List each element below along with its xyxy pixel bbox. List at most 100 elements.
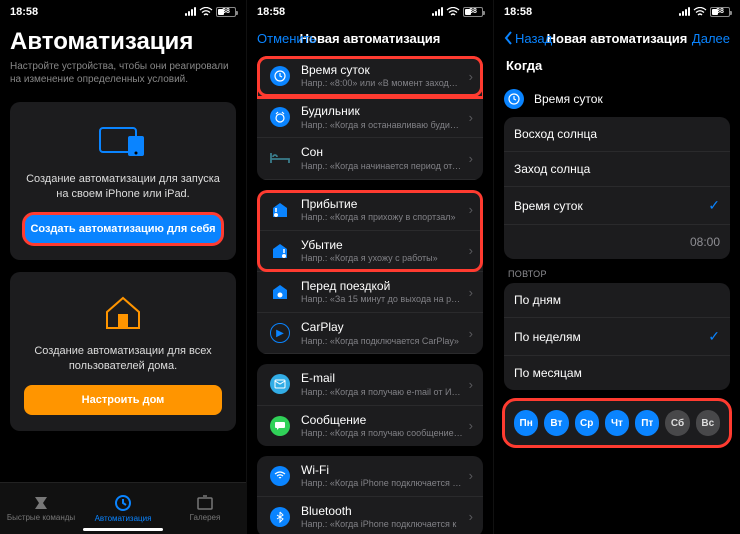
- chevron-right-icon: ›: [469, 468, 473, 483]
- trigger-subtitle: Напр.: «За 15 минут до выхода на работу»: [301, 294, 463, 305]
- trigger-subtitle: Напр.: «Когда я получаю e-mail от Инны»: [301, 387, 463, 398]
- time-options-group: Восход солнца Заход солнца Время суток✓08:…: [504, 117, 730, 259]
- time-option-row[interactable]: Заход солнца: [504, 152, 730, 187]
- arrive-icon: [267, 201, 293, 219]
- trigger-name: Время суток: [534, 92, 603, 106]
- commute-icon: [267, 283, 293, 301]
- trigger-row[interactable]: E-mail Напр.: «Когда я получаю e-mail от…: [257, 364, 483, 405]
- home-automation-card: Создание автоматизации для всех пользова…: [10, 272, 236, 432]
- trigger-row[interactable]: Bluetooth Напр.: «Когда iPhone подключае…: [257, 497, 483, 534]
- shortcuts-icon: [31, 495, 51, 511]
- wifi-icon: [267, 466, 293, 486]
- check-icon: ✓: [708, 197, 720, 214]
- chevron-right-icon: ›: [469, 151, 473, 166]
- weekday-toggle[interactable]: Пт: [635, 410, 659, 436]
- time-option-row[interactable]: Время суток✓: [504, 187, 730, 225]
- repeat-label: ПОВТОР: [508, 269, 726, 279]
- signal-icon: [432, 7, 443, 16]
- option-label: Заход солнца: [514, 162, 590, 176]
- trigger-row[interactable]: Перед поездкой Напр.: «За 15 минут до вы…: [257, 272, 483, 313]
- cancel-button[interactable]: Отменить: [257, 31, 316, 46]
- trigger-row[interactable]: ▶ CarPlay Напр.: «Когда подключается Car…: [257, 313, 483, 354]
- chevron-right-icon: ›: [469, 509, 473, 524]
- trigger-row[interactable]: Прибытие Напр.: «Когда я прихожу в спорт…: [257, 190, 483, 231]
- status-right: 38: [185, 7, 236, 17]
- nav-title: Новая автоматизация: [300, 31, 441, 46]
- wifi-icon: [199, 7, 213, 17]
- trigger-title: E-mail: [301, 371, 463, 385]
- repeat-option-row[interactable]: По неделям ✓: [504, 318, 730, 356]
- chevron-right-icon: ›: [469, 418, 473, 433]
- weekday-toggle[interactable]: Ср: [575, 410, 599, 436]
- trigger-title: Перед поездкой: [301, 279, 463, 293]
- chevron-right-icon: ›: [469, 69, 473, 84]
- status-bar: 18:58 38: [0, 0, 246, 20]
- gallery-icon: [196, 495, 214, 511]
- option-label: Восход солнца: [514, 127, 597, 141]
- back-button[interactable]: Назад: [504, 31, 552, 46]
- trigger-group: Время суток Напр.: «8:00» или «В момент …: [257, 56, 483, 180]
- weekday-selector: ПнВт СрЧтПтСб Вс: [504, 400, 730, 446]
- status-bar: 18:58 38: [494, 0, 740, 20]
- weekday-toggle[interactable]: Сб: [665, 410, 689, 436]
- trigger-subtitle: Напр.: «Когда iPhone подключается к дома…: [301, 478, 463, 489]
- check-icon: ✓: [708, 328, 720, 345]
- personal-automation-text: Создание автоматизации для запуска на св…: [24, 172, 222, 202]
- wifi-icon: [693, 7, 707, 17]
- home-automation-text: Создание автоматизации для всех пользова…: [24, 344, 222, 374]
- trigger-row[interactable]: Wi-Fi Напр.: «Когда iPhone подключается …: [257, 456, 483, 497]
- weekday-toggle[interactable]: Чт: [605, 410, 629, 436]
- trigger-row[interactable]: Будильник Напр.: «Когда я останавливаю б…: [257, 97, 483, 138]
- trigger-title: Время суток: [301, 63, 463, 77]
- tab-shortcuts[interactable]: Быстрые команды: [0, 483, 82, 534]
- trigger-group: Wi-Fi Напр.: «Когда iPhone подключается …: [257, 456, 483, 534]
- trigger-group: E-mail Напр.: «Когда я получаю e-mail от…: [257, 364, 483, 445]
- tab-automation-label: Автоматизация: [95, 514, 152, 523]
- option-label: По неделям: [514, 330, 581, 344]
- when-label: Когда: [506, 58, 728, 73]
- personal-automation-card: Создание автоматизации для запуска на св…: [10, 102, 236, 260]
- trigger-subtitle: Напр.: «Когда подключается CarPlay»: [301, 336, 463, 347]
- battery-icon: 38: [710, 7, 730, 17]
- trigger-title: Убытие: [301, 238, 463, 252]
- create-personal-automation-button[interactable]: Создать автоматизацию для себя: [24, 214, 222, 244]
- weekday-toggle[interactable]: Вс: [696, 410, 720, 436]
- tab-bar: Быстрые команды Автоматизация Галерея: [0, 482, 246, 534]
- mail-icon: [267, 374, 293, 394]
- chevron-right-icon: ›: [469, 285, 473, 300]
- option-label: По дням: [514, 293, 561, 307]
- weekday-toggle[interactable]: Вт: [544, 410, 568, 436]
- repeat-option-row[interactable]: По месяцам: [504, 356, 730, 390]
- option-label: По месяцам: [514, 366, 582, 380]
- trigger-row[interactable]: Время суток Напр.: «8:00» или «В момент …: [257, 56, 483, 97]
- automation-pane: 18:58 38 Автоматизация Настройте устройс…: [0, 0, 246, 534]
- tab-gallery[interactable]: Галерея: [164, 483, 246, 534]
- tab-gallery-label: Галерея: [190, 513, 221, 522]
- message-icon: [267, 416, 293, 436]
- time-option-row[interactable]: Восход солнца: [504, 117, 730, 152]
- automation-icon: [114, 494, 132, 512]
- next-button[interactable]: Далее: [692, 31, 730, 46]
- trigger-title: Сообщение: [301, 413, 463, 427]
- trigger-title: Сон: [301, 145, 463, 159]
- wifi-icon: [446, 7, 460, 17]
- clock-icon: [267, 66, 293, 86]
- battery-icon: 38: [463, 7, 483, 17]
- trigger-row[interactable]: Убытие Напр.: «Когда я ухожу с работы» ›: [257, 231, 483, 272]
- trigger-row[interactable]: Сообщение Напр.: «Когда я получаю сообще…: [257, 406, 483, 446]
- trigger-subtitle: Напр.: «Когда я прихожу в спортзал»: [301, 212, 463, 223]
- setup-home-button[interactable]: Настроить дом: [24, 385, 222, 415]
- status-time: 18:58: [257, 6, 285, 18]
- status-time: 18:58: [504, 6, 532, 18]
- weekday-toggle[interactable]: Пн: [514, 410, 538, 436]
- signal-icon: [185, 7, 196, 16]
- trigger-title: Будильник: [301, 104, 463, 118]
- trigger-subtitle: Напр.: «Когда начинается период отдыха»: [301, 161, 463, 172]
- bt-icon: [267, 507, 293, 527]
- signal-icon: [679, 7, 690, 16]
- status-time: 18:58: [10, 6, 38, 18]
- repeat-option-row[interactable]: По дням: [504, 283, 730, 318]
- time-value-row[interactable]: 08:00: [504, 225, 730, 259]
- tab-automation[interactable]: Автоматизация: [82, 483, 164, 534]
- trigger-row[interactable]: Сон Напр.: «Когда начинается период отды…: [257, 138, 483, 179]
